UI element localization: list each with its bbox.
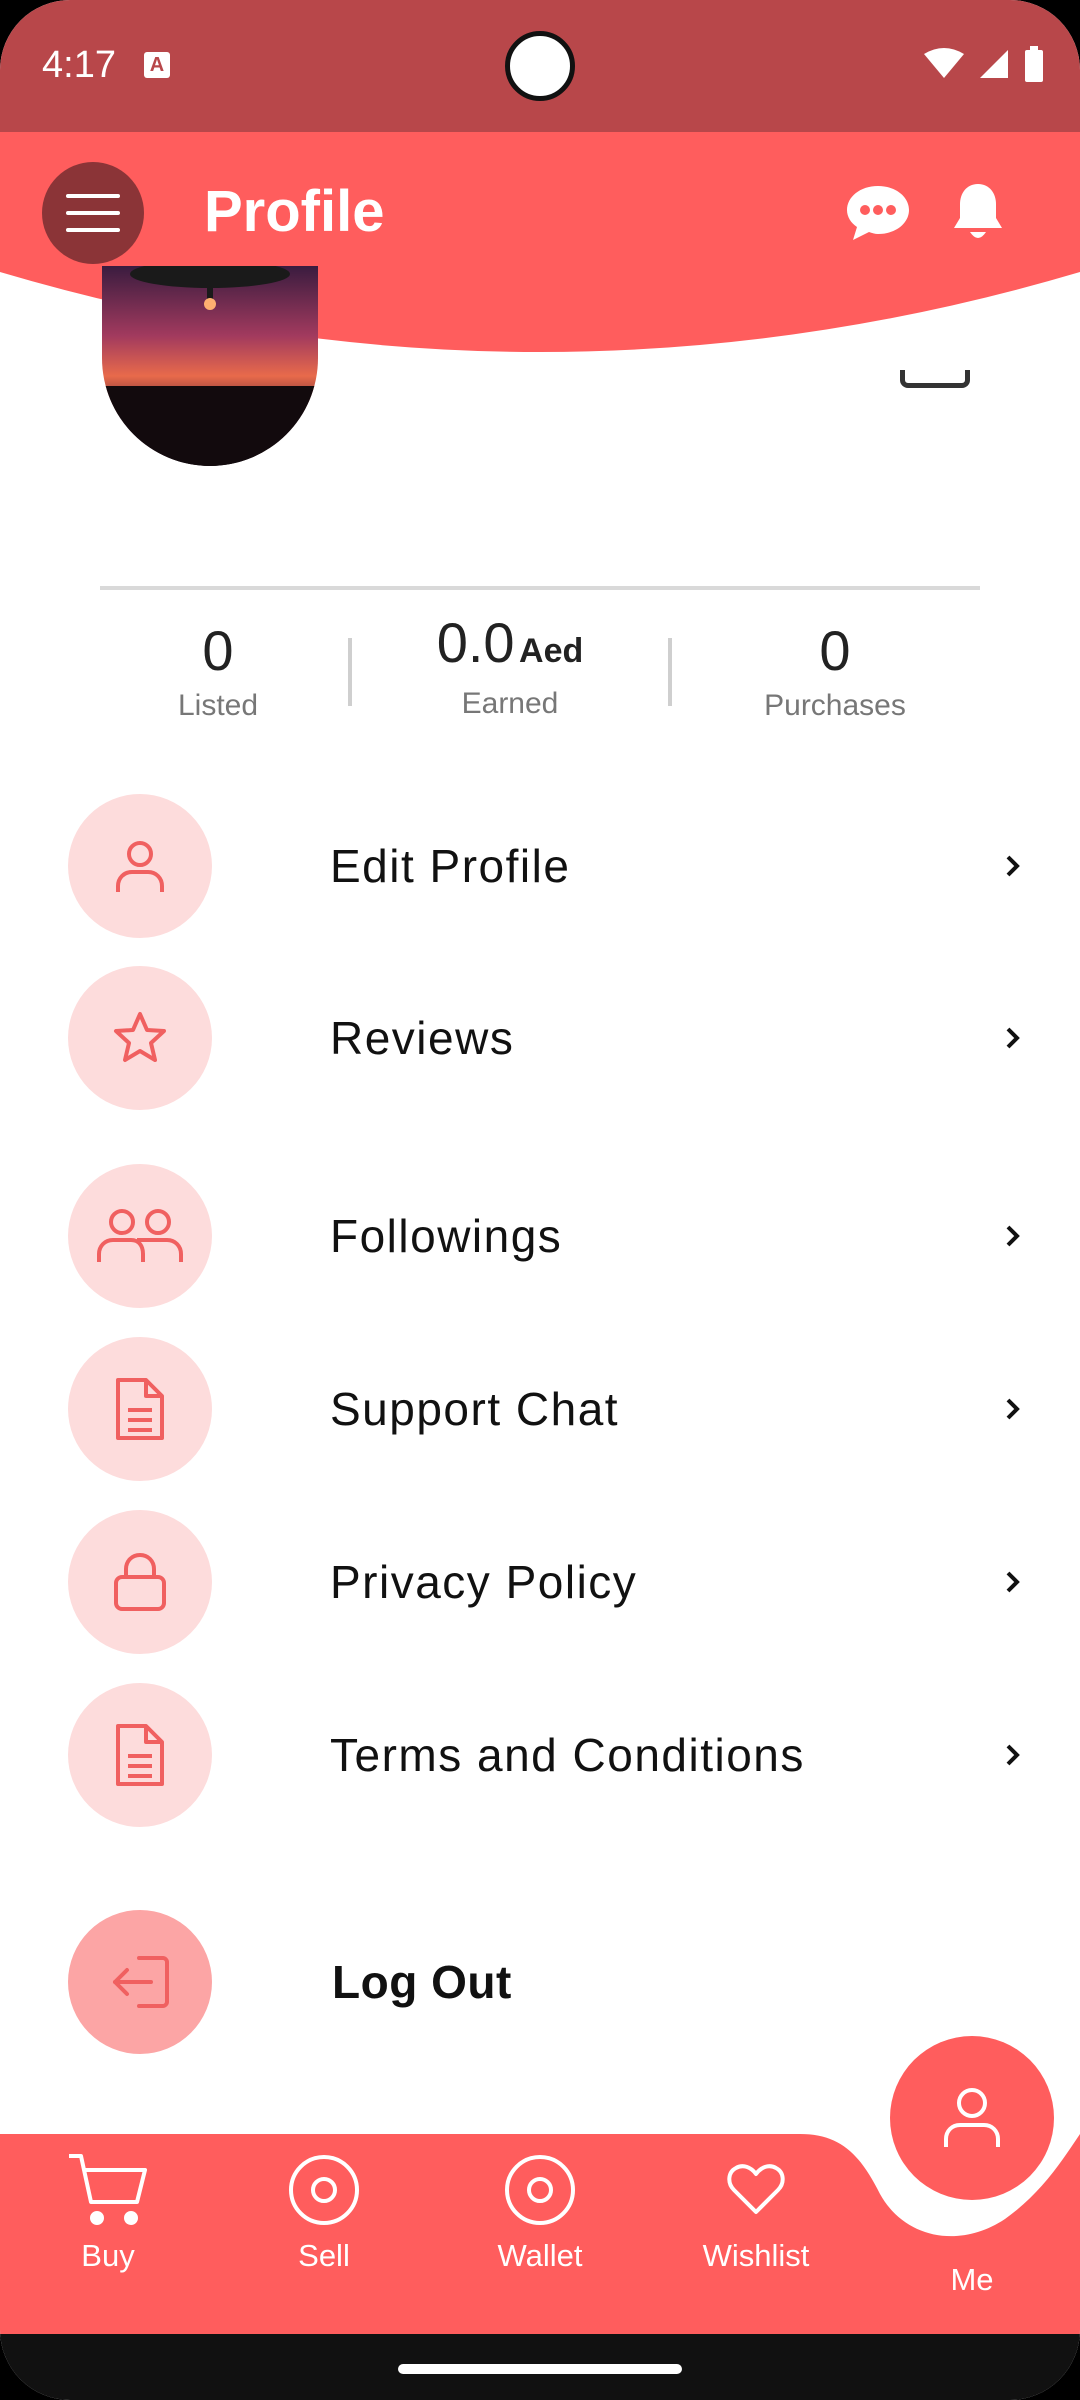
users-icon bbox=[97, 1209, 183, 1262]
target-icon bbox=[505, 2155, 575, 2225]
stat-label: Earned bbox=[461, 687, 559, 720]
user-icon bbox=[944, 2088, 1000, 2147]
menu-icon-bg bbox=[68, 1510, 212, 1654]
chevron-right-icon bbox=[998, 1567, 1028, 1597]
menu-label: Terms and Conditions bbox=[330, 1729, 805, 1781]
nav-item-buy[interactable]: Buy bbox=[38, 2150, 178, 2274]
nav-label: Wallet bbox=[497, 2238, 583, 2273]
chat-button[interactable] bbox=[845, 184, 911, 242]
nav-label: Sell bbox=[298, 2238, 350, 2273]
menu-item-reviews[interactable]: Reviews bbox=[68, 966, 1028, 1110]
app-screen: 4:17 A Profile 0 Listed 0.0 Aed Earned 0… bbox=[0, 0, 1080, 2400]
camera-cutout bbox=[505, 31, 575, 101]
nav-label-me: Me bbox=[950, 2262, 994, 2297]
nav-label: Buy bbox=[81, 2238, 135, 2273]
menu-label: Edit Profile bbox=[330, 840, 571, 892]
star-icon bbox=[114, 1012, 166, 1062]
menu-icon-bg bbox=[68, 1683, 212, 1827]
page-title: Profile bbox=[204, 179, 385, 244]
nav-item-me[interactable] bbox=[890, 2036, 1054, 2200]
menu-item-edit-profile[interactable]: Edit Profile bbox=[68, 794, 1028, 938]
menu-label: Support Chat bbox=[330, 1383, 620, 1435]
notifications-button[interactable] bbox=[952, 182, 1004, 242]
menu-icon-bg bbox=[68, 966, 212, 1110]
heart-icon bbox=[727, 2164, 785, 2214]
stat-label: Listed bbox=[177, 689, 259, 722]
menu-icon-bg bbox=[68, 794, 212, 938]
chat-bubble-icon bbox=[847, 186, 909, 240]
nav-item-wishlist[interactable]: Wishlist bbox=[686, 2150, 826, 2274]
battery-icon bbox=[1025, 46, 1043, 82]
menu-icon-bg bbox=[68, 1910, 212, 2054]
chevron-right-icon bbox=[998, 1740, 1028, 1770]
user-icon bbox=[116, 841, 164, 892]
bell-icon bbox=[954, 184, 1002, 238]
stat-separator bbox=[668, 638, 672, 706]
stat-purchases: 0 Purchases bbox=[740, 618, 930, 723]
logout-button[interactable]: Log Out bbox=[68, 1910, 1028, 2054]
document-icon bbox=[116, 1378, 164, 1440]
menu-icon-bg bbox=[68, 1337, 212, 1481]
menu-button[interactable] bbox=[42, 162, 144, 264]
chevron-right-icon bbox=[998, 1221, 1028, 1251]
stat-value: 0 bbox=[202, 619, 234, 682]
logout-label: Log Out bbox=[332, 1956, 512, 2008]
chevron-right-icon bbox=[998, 1023, 1028, 1053]
menu-label: Reviews bbox=[330, 1012, 515, 1064]
menu-item-followings[interactable]: Followings bbox=[68, 1164, 1028, 1308]
stat-earned: 0.0 Aed Earned bbox=[400, 611, 620, 721]
menu-item-privacy-policy[interactable]: Privacy Policy bbox=[68, 1510, 1028, 1654]
signal-icon bbox=[980, 50, 1008, 78]
chevron-right-icon bbox=[998, 1394, 1028, 1424]
nav-item-sell[interactable]: Sell bbox=[254, 2150, 394, 2274]
target-icon bbox=[289, 2155, 359, 2225]
stat-separator bbox=[348, 638, 352, 706]
status-bar: 4:17 A bbox=[0, 0, 1080, 132]
status-icons bbox=[924, 46, 1044, 82]
chevron-right-icon bbox=[998, 851, 1028, 881]
menu-label: Followings bbox=[330, 1210, 563, 1262]
home-gesture-bar[interactable] bbox=[398, 2364, 682, 2374]
menu-icon-bg bbox=[68, 1164, 212, 1308]
stat-value: 0.0 bbox=[436, 611, 515, 674]
menu-label: Privacy Policy bbox=[330, 1556, 638, 1608]
avatar-image bbox=[102, 266, 318, 466]
cart-icon bbox=[69, 2154, 147, 2225]
avatar[interactable] bbox=[102, 266, 318, 466]
menu-item-support-chat[interactable]: Support Chat bbox=[68, 1337, 1028, 1481]
stats-divider bbox=[100, 586, 980, 590]
menu-item-terms[interactable]: Terms and Conditions bbox=[68, 1683, 1028, 1827]
stat-listed: 0 Listed bbox=[138, 618, 298, 723]
nav-label: Wishlist bbox=[702, 2238, 810, 2273]
stat-unit: Aed bbox=[519, 632, 584, 670]
status-time: 4:17 bbox=[42, 44, 116, 86]
notification-icon: A bbox=[144, 52, 170, 78]
document-icon bbox=[116, 1724, 164, 1786]
nav-item-wallet[interactable]: Wallet bbox=[470, 2150, 610, 2274]
stat-value: 0 bbox=[819, 619, 851, 682]
stat-label: Purchases bbox=[764, 689, 906, 722]
hamburger-icon bbox=[66, 194, 120, 232]
wifi-icon bbox=[924, 48, 964, 78]
lock-icon bbox=[114, 1553, 166, 1611]
logout-icon bbox=[113, 1956, 169, 2008]
edit-avatar-icon[interactable] bbox=[900, 370, 970, 388]
